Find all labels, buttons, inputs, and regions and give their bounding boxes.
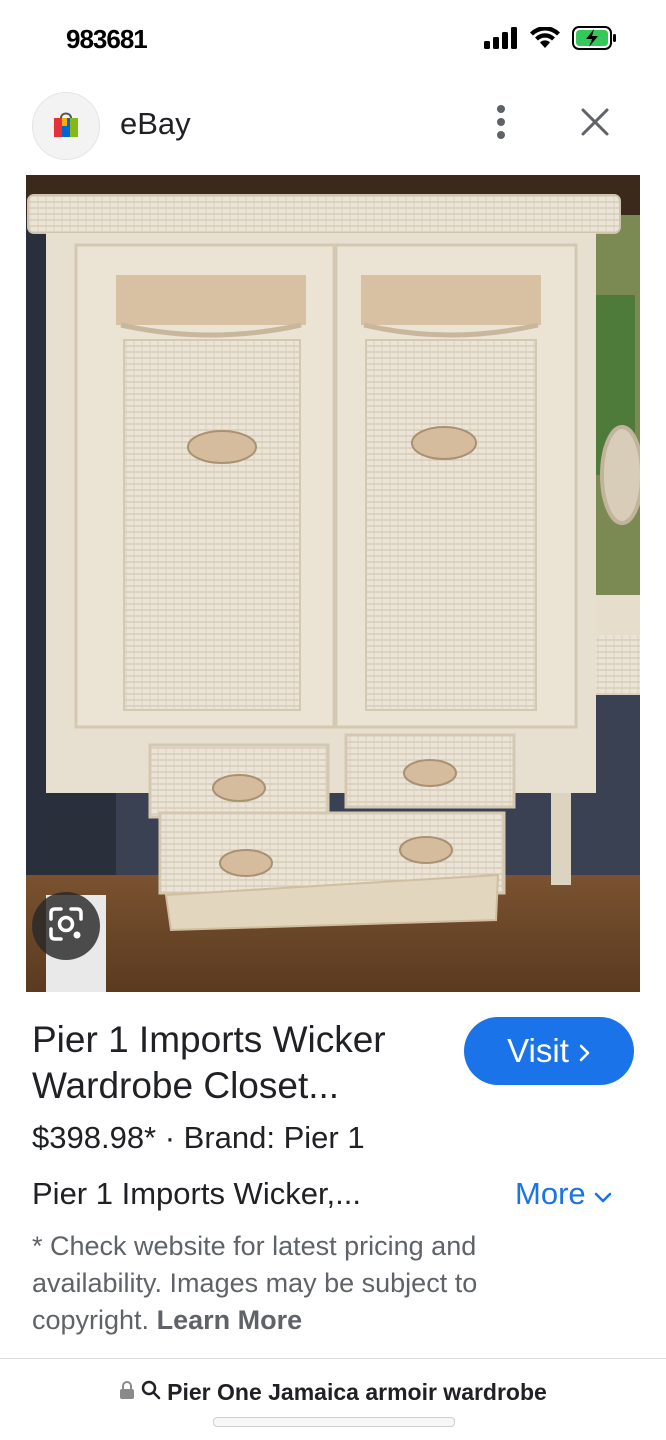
chevron-down-icon: [594, 1176, 612, 1212]
product-image[interactable]: [26, 175, 640, 992]
more-button[interactable]: More: [515, 1176, 612, 1212]
more-options-button[interactable]: [486, 102, 516, 146]
product-description: Pier 1 Imports Wicker,...: [32, 1176, 362, 1211]
more-vert-icon: [496, 104, 506, 144]
lock-icon: [119, 1380, 135, 1405]
search-query[interactable]: Pier One Jamaica armoir wardrobe: [167, 1379, 547, 1406]
status-time: 983681: [66, 24, 148, 54]
search-icon: [141, 1380, 161, 1405]
learn-more-link[interactable]: Learn More: [157, 1305, 303, 1335]
status-bar: 983681: [0, 0, 666, 80]
close-icon: [581, 108, 609, 141]
home-indicator[interactable]: [213, 1417, 455, 1427]
divider: [0, 1358, 666, 1359]
chevron-right-icon: [579, 1032, 591, 1070]
google-lens-icon: [47, 905, 85, 948]
price-brand-line: $398.98* · Brand: Pier 1: [32, 1120, 365, 1155]
visit-label: Visit: [507, 1032, 569, 1069]
site-logo[interactable]: [32, 92, 100, 160]
disclaimer: * Check website for latest pricing and a…: [32, 1228, 532, 1339]
source-header: eBay: [0, 84, 666, 170]
signal-bars-icon: [484, 27, 518, 54]
close-button[interactable]: [572, 102, 618, 146]
wardrobe-photo: [26, 175, 640, 992]
google-lens-button[interactable]: [32, 892, 100, 960]
product-title[interactable]: Pier 1 Imports Wicker Wardrobe Closet...: [32, 1017, 452, 1109]
status-icons: [484, 26, 618, 55]
shopping-bag-icon: [53, 110, 79, 143]
url-bar[interactable]: Pier One Jamaica armoir wardrobe: [0, 1372, 666, 1412]
wifi-icon: [530, 26, 560, 54]
site-name[interactable]: eBay: [120, 106, 191, 142]
visit-button[interactable]: Visit: [464, 1017, 634, 1085]
more-label: More: [515, 1176, 586, 1211]
battery-charging-icon: [572, 26, 618, 55]
